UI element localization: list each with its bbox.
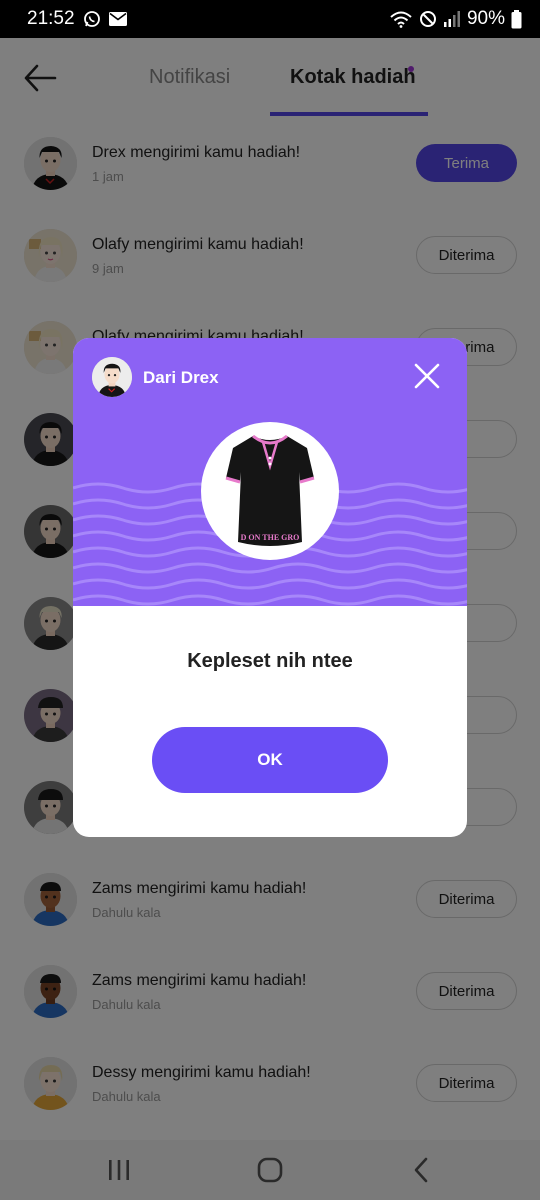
whatsapp-icon (83, 10, 101, 28)
do-not-disturb-icon (419, 10, 437, 28)
status-right: 90% (389, 8, 522, 30)
status-bar: 21:52 90% (0, 0, 540, 38)
gift-dialog: Dari Drex D ON THE GRO Kepleset nih ntee… (73, 338, 467, 837)
ok-button[interactable]: OK (152, 727, 388, 793)
dress-image: D ON THE GRO (225, 434, 315, 546)
gift-message: Kepleset nih ntee (187, 650, 353, 672)
status-left: 21:52 (27, 8, 127, 30)
battery-icon (511, 9, 522, 29)
wifi-icon (389, 10, 413, 28)
sender-avatar (92, 357, 132, 397)
dialog-title: Dari Drex (143, 368, 219, 387)
close-button[interactable] (409, 358, 445, 394)
status-time: 21:52 (27, 8, 75, 29)
gift-item-circle: D ON THE GRO (201, 422, 339, 560)
battery-percent: 90% (466, 8, 505, 29)
dress-print-text: D ON THE GRO (241, 533, 300, 542)
close-icon (414, 363, 440, 389)
signal-icon (443, 10, 461, 28)
mail-icon (108, 12, 127, 26)
gift-dialog-header: Dari Drex D ON THE GRO (73, 338, 467, 606)
